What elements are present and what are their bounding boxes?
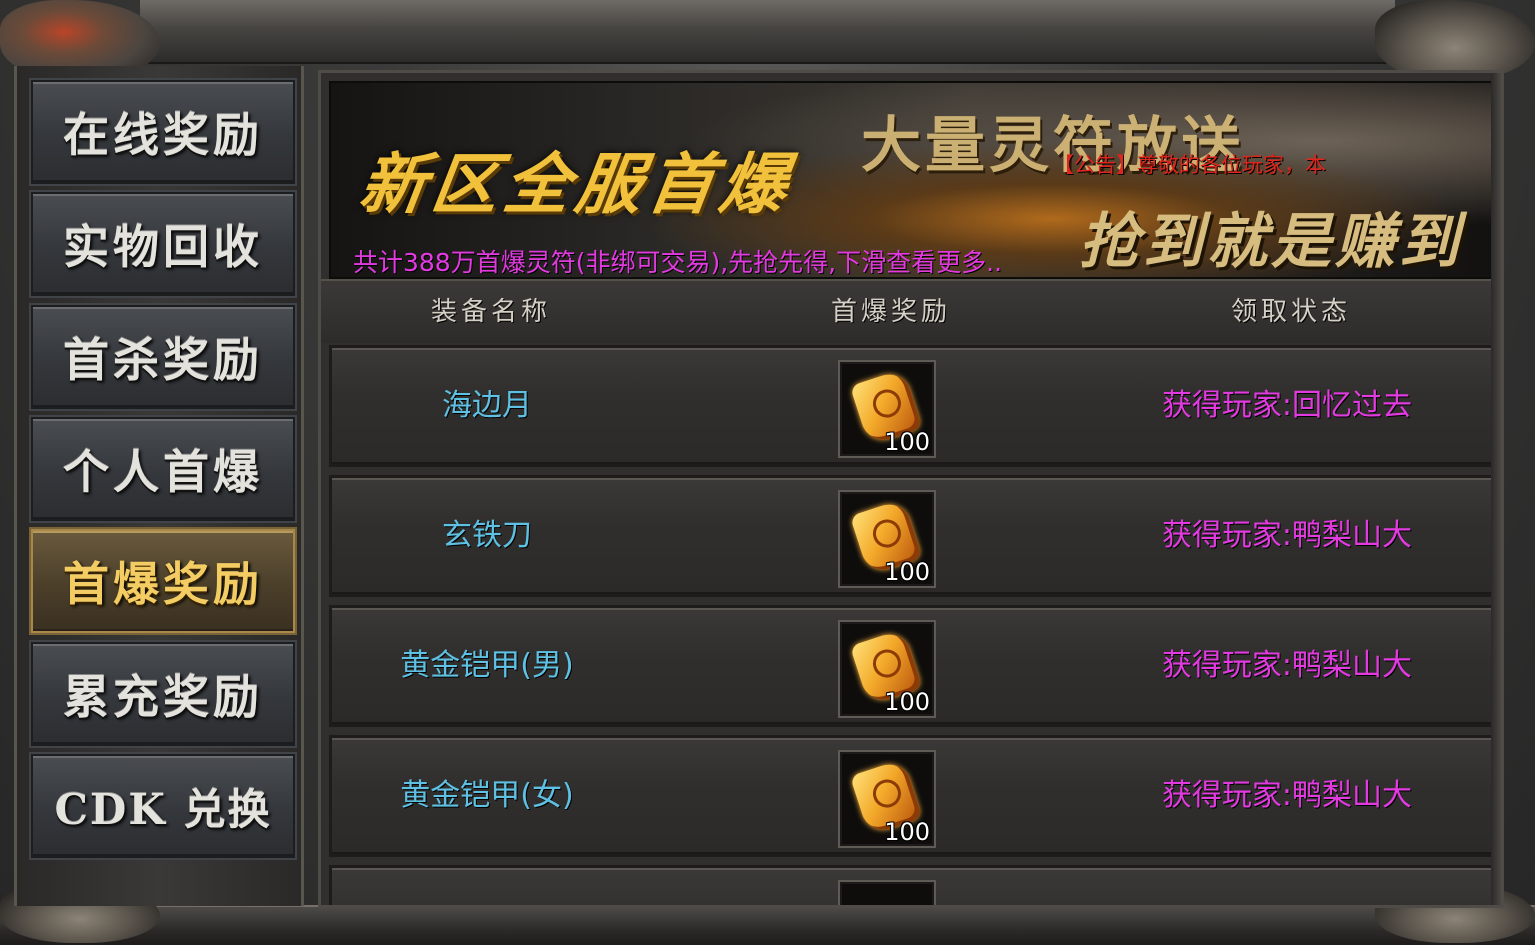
column-header-claim-status: 领取状态 [1230,297,1351,327]
dragon-ornament-icon [1375,0,1535,80]
main-panel: 大量灵符放送 新区全服首爆 【公告】尊敬的各位玩家，本 抢到就是赚到 共计388… [318,70,1504,908]
column-header-equipment-name: 装备名称 [430,297,551,327]
reward-quantity: 100 [884,558,930,586]
table-row: 海边月 100 获得玩家:回忆过去 [329,345,1495,467]
sidebar-item-first-drop-reward[interactable]: 首爆奖励 [31,529,295,633]
claim-status: 获得玩家:回忆过去 [1161,388,1413,423]
banner-slogan-bottom: 抢到就是赚到 [1079,207,1463,277]
equipment-name: 黄金铠甲(女) [400,778,574,813]
sidebar-item-item-recycle[interactable]: 实物回收 [31,192,295,296]
reward-quantity: 100 [884,688,930,716]
sidebar-nav: 在线奖励 实物回收 首杀奖励 个人首爆 首爆奖励 累充奖励 CDK 兑换 [14,66,304,906]
equipment-name: 黄金铠甲(男) [400,648,574,683]
sidebar-item-cdk-exchange[interactable]: CDK 兑换 [31,754,295,858]
claim-status: 获得玩家:鸭梨山大 [1161,778,1413,813]
announcement-ticker: 【公告】尊敬的各位玩家，本 [1053,153,1326,177]
promo-banner: 大量灵符放送 新区全服首爆 【公告】尊敬的各位玩家，本 抢到就是赚到 共计388… [329,81,1495,279]
reward-quantity: 100 [884,818,930,846]
frame-bottom-border [0,905,1535,945]
sidebar-item-first-kill-reward[interactable]: 首杀奖励 [31,305,295,409]
claim-status: 获得玩家:鸭梨山大 [1161,518,1413,553]
reward-item-slot[interactable]: 100 [838,620,936,718]
frame-top-border [140,0,1395,64]
equipment-name: 玄铁刀 [442,518,532,553]
equipment-name: 海边月 [442,388,532,423]
table-row: 黄金铠甲(男) 100 获得玩家:鸭梨山大 [329,605,1495,727]
banner-title: 新区全服首爆 [354,145,798,223]
sidebar-item-personal-first-drop[interactable]: 个人首爆 [31,417,295,521]
table-row: 玄铁刀 100 获得玩家:鸭梨山大 [329,475,1495,597]
scroll-area-edge[interactable] [1491,73,1501,905]
column-header-first-drop-reward: 首爆奖励 [830,297,951,327]
sidebar-item-online-reward[interactable]: 在线奖励 [31,80,295,184]
sidebar-item-recharge-reward[interactable]: 累充奖励 [31,642,295,746]
reward-item-slot[interactable] [838,880,936,905]
reward-quantity: 100 [884,428,930,456]
table-row-partial [329,865,1495,905]
claim-status: 获得玩家:鸭梨山大 [1161,648,1413,683]
banner-description: 共计388万首爆灵符(非绑可交易),先抢先得,下滑查看更多.. [353,248,1003,277]
reward-item-slot[interactable]: 100 [838,360,936,458]
reward-item-slot[interactable]: 100 [838,750,936,848]
table-row: 黄金铠甲(女) 100 获得玩家:鸭梨山大 [329,735,1495,857]
reward-item-slot[interactable]: 100 [838,490,936,588]
